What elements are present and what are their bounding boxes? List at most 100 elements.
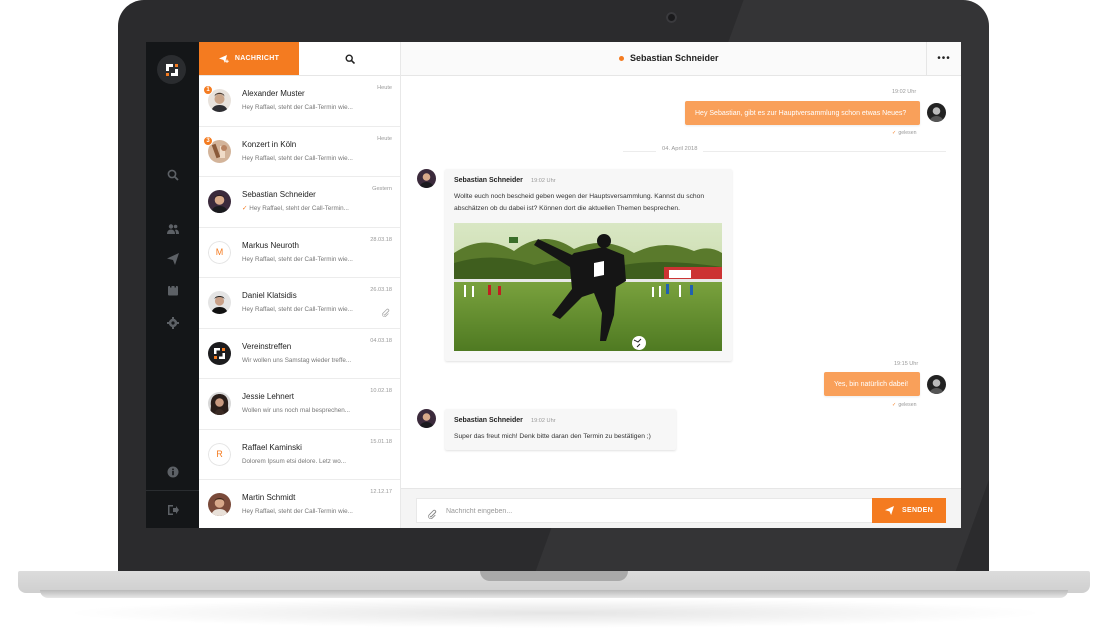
chat-pane: Sebastian Schneider ••• 19:02 Uhr Hey Se… (401, 42, 961, 528)
avatar (927, 103, 946, 122)
message-time: 19:02 Uhr (531, 418, 556, 424)
outgoing-message[interactable]: Hey Sebastian, gibt es zur Hauptversamml… (685, 101, 920, 125)
send-label: SENDEN (902, 507, 933, 514)
send-icon[interactable] (164, 250, 181, 267)
conversation-time: 28.03.18 (370, 236, 392, 243)
laptop-base-bottom (40, 590, 1068, 598)
conversation-preview: Hey Raffael, steht der Call-Termin wie..… (242, 154, 353, 162)
conversation-name: Jessie Lehnert (242, 392, 295, 401)
calendar-icon[interactable] (164, 281, 181, 298)
conversation-time: 26.03.18 (370, 287, 392, 293)
nav-rail (146, 42, 199, 528)
message-input[interactable] (444, 501, 868, 522)
incoming-message[interactable]: Sebastian Schneider 19:02 Uhr Super das … (445, 409, 676, 450)
conversation-preview: Hey Raffael, steht der Call-Termin wie..… (242, 508, 353, 515)
conversation-preview: Dolorem Ipsum etsi delore. Letz wo... (242, 457, 346, 465)
laptop-shadow (60, 598, 1050, 628)
conversation-item[interactable]: R Raffael Kaminski Dolorem Ipsum etsi de… (199, 430, 400, 480)
send-button[interactable]: SENDEN (872, 498, 946, 523)
more-icon: ••• (937, 53, 951, 64)
conversation-item[interactable]: Martin Schmidt Hey Raffael, steht der Ca… (199, 480, 400, 528)
conversation-item[interactable]: 1 Alexander Muster Hey Raffael, steht de… (199, 76, 400, 127)
conversation-name: Sebastian Schneider (242, 190, 316, 199)
conversation-item[interactable]: Sebastian Schneider ✓ Hey Raffael, steht … (199, 177, 400, 228)
camera-icon (666, 12, 677, 23)
search-icon (344, 53, 355, 64)
preview-text: Hey Raffael, steht der Call-Termin... (249, 205, 349, 212)
more-options-button[interactable]: ••• (926, 42, 961, 75)
conversation-preview: Hey Raffael, steht der Call-Termin wie..… (242, 255, 353, 263)
incoming-message[interactable]: Sebastian Schneider 19:02 Uhr Wollte euc… (445, 169, 732, 361)
avatar-initial: R (208, 442, 231, 466)
message-photo[interactable] (454, 223, 722, 351)
conversation-preview: Wir wollen uns Samstag wieder treffe... (242, 356, 352, 364)
chat-header: Sebastian Schneider ••• (401, 42, 961, 76)
conversation-name: Vereinstreffen (242, 341, 292, 351)
conversation-name: Markus Neuroth (242, 240, 299, 250)
outgoing-message[interactable]: Yes, bin natürlich dabei! (824, 372, 920, 396)
message-text: Super das freut mich! Denk bitte daran d… (454, 433, 651, 440)
conversation-item[interactable]: Vereinstreffen Wir wollen uns Samstag wi… (199, 329, 400, 379)
logo-icon (165, 63, 178, 76)
conversation-time: Heute (377, 135, 392, 142)
read-status: ✓ gelesen (892, 402, 917, 408)
logout-icon[interactable] (164, 501, 181, 518)
avatar (208, 341, 231, 365)
conversation-time: 04.03.18 (370, 337, 392, 344)
message-time: 19:02 Uhr (892, 89, 917, 95)
conversation-name: Daniel Klatsidis (242, 291, 297, 300)
settings-icon[interactable] (164, 314, 181, 331)
app-screen: NACHRICHT 1 Alexander Muster Hey Raffael… (146, 42, 961, 528)
list-toolbar: NACHRICHT (199, 42, 400, 76)
chat-title-text: Sebastian Schneider (630, 53, 719, 63)
attachment-icon (381, 304, 390, 318)
avatar (417, 409, 436, 428)
new-message-label: NACHRICHT (234, 55, 280, 62)
conversation-item[interactable]: M Markus Neuroth Hey Raffael, steht der … (199, 228, 400, 278)
unread-badge: 3 (203, 135, 213, 146)
date-divider: 04. April 2018 (623, 146, 946, 156)
conversation-name: Alexander Muster (242, 89, 305, 98)
avatar (208, 190, 231, 213)
read-check-icon: ✓ (892, 130, 897, 136)
read-status-text: gelesen (898, 402, 917, 408)
sender-name: Sebastian Schneider (454, 417, 523, 424)
conversation-time: Gestern (372, 186, 392, 192)
search-icon[interactable] (164, 166, 181, 183)
avatar (208, 493, 231, 516)
conversation-preview: Hey Raffael, steht der Call-Termin wie..… (242, 104, 353, 111)
new-message-button[interactable]: NACHRICHT (199, 42, 299, 75)
app-logo[interactable] (157, 55, 186, 84)
conversation-list: NACHRICHT 1 Alexander Muster Hey Raffael… (199, 42, 401, 528)
message-time: 19:02 Uhr (531, 178, 556, 184)
conversation-preview: Hey Raffael, steht der Call-Termin wie..… (242, 306, 353, 313)
conversation-time: Heute (377, 85, 392, 91)
conversation-item[interactable]: Daniel Klatsidis Hey Raffael, steht der … (199, 278, 400, 329)
avatar: M (208, 240, 231, 264)
read-status-text: gelesen (898, 130, 917, 136)
composer-area: SENDEN (401, 488, 961, 528)
new-message-icon (218, 54, 229, 63)
search-button[interactable] (299, 42, 400, 75)
sender-name: Sebastian Schneider (454, 177, 523, 184)
message-time: 19:15 Uhr (894, 361, 919, 367)
chat-title: Sebastian Schneider (619, 53, 719, 63)
message-text-line: Wollte euch noch bescheid geben wegen de… (454, 193, 705, 200)
message-text-line: abschätzen ob du dabei ist? Können dort … (454, 205, 680, 212)
conversation-preview: ✓ Hey Raffael, steht der Call-Termin... (242, 205, 364, 212)
contacts-icon[interactable] (164, 220, 181, 237)
avatar-initial: M (208, 240, 231, 264)
read-status: ✓ gelesen (892, 130, 917, 136)
online-status-icon (619, 55, 624, 61)
avatar (927, 375, 946, 394)
conversation-item[interactable]: Jessie Lehnert Wollen wir uns noch mal b… (199, 379, 400, 430)
date-label: 04. April 2018 (656, 146, 704, 152)
conversation-name: Raffael Kaminski (242, 442, 302, 452)
conversation-item[interactable]: 3 Konzert in Köln Hey Raffael, steht der… (199, 127, 400, 177)
info-icon[interactable] (164, 463, 181, 480)
laptop-notch (480, 571, 628, 581)
read-check-icon: ✓ (892, 402, 897, 408)
message-text: Hey Sebastian, gibt es zur Hauptversamml… (695, 109, 907, 117)
attachment-icon[interactable] (427, 506, 437, 520)
avatar (208, 291, 231, 314)
